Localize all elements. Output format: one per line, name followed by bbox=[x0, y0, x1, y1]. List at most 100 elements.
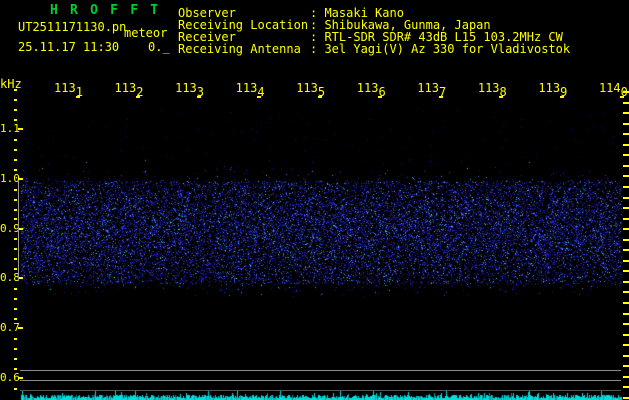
right-minor-tick bbox=[623, 344, 629, 346]
time-tick-label: 1136 bbox=[356, 81, 386, 99]
info-label: Receiving Location bbox=[178, 18, 309, 32]
right-minor-tick bbox=[623, 365, 629, 367]
freq-minor-tick bbox=[14, 169, 17, 171]
freq-minor-tick bbox=[14, 288, 17, 290]
freq-minor-tick bbox=[14, 209, 17, 211]
freq-minor-tick bbox=[14, 348, 17, 350]
right-minor-tick bbox=[623, 281, 629, 283]
time-tick-label: 1132 bbox=[114, 81, 144, 99]
freq-minor-tick bbox=[14, 199, 17, 201]
freq-minor-tick bbox=[14, 109, 17, 111]
right-minor-tick bbox=[623, 260, 629, 262]
right-minor-tick bbox=[623, 165, 629, 167]
signal-strip-upper-line bbox=[20, 370, 621, 371]
right-minor-tick bbox=[623, 175, 629, 177]
y-axis-unit-label: kHz bbox=[0, 77, 22, 91]
freq-minor-tick bbox=[14, 248, 17, 250]
freq-minor-tick bbox=[14, 119, 17, 121]
time-tick-mark bbox=[196, 96, 201, 98]
freq-minor-tick bbox=[14, 338, 17, 340]
freq-tick-label: 0.7 bbox=[0, 321, 20, 335]
right-minor-tick bbox=[623, 302, 629, 304]
station-info-row: Receiving Location: Shibukawa, Gunma, Ja… bbox=[178, 18, 570, 32]
time-tick-label: 1139 bbox=[538, 81, 567, 99]
info-value: : Masaki Kano bbox=[310, 6, 404, 20]
freq-minor-tick bbox=[14, 308, 17, 310]
right-minor-tick bbox=[623, 207, 629, 209]
info-value: : 3el Yagi(V) Az 330 for Vladivostok bbox=[310, 42, 571, 56]
right-minor-tick bbox=[623, 291, 629, 293]
freq-tick-label: 0.6 bbox=[0, 371, 20, 384]
time-tick-mark bbox=[317, 96, 322, 98]
right-minor-tick bbox=[623, 91, 629, 93]
freq-minor-tick bbox=[14, 89, 17, 91]
time-tick-label: 1138 bbox=[477, 81, 507, 99]
time-tick-head: 113 bbox=[235, 81, 258, 95]
time-tick-mark bbox=[257, 96, 262, 98]
hrofft-window: H R O F F T UT2511171130.pn meteor 25.11… bbox=[0, 0, 629, 400]
time-tick-head: 113 bbox=[477, 81, 500, 95]
time-tick-mark bbox=[438, 96, 443, 98]
freq-tick-label: 0.9 bbox=[0, 221, 20, 235]
freq-minor-tick bbox=[14, 258, 17, 260]
freq-major-tick bbox=[18, 177, 23, 180]
time-tick-head: 113 bbox=[538, 81, 561, 95]
info-value: : RTL-SDR SDR# 43dB L15 103.2MHz CW bbox=[310, 30, 563, 44]
freq-minor-tick bbox=[14, 99, 17, 101]
time-tick-head: 113 bbox=[296, 81, 318, 95]
observation-name-label: meteor bbox=[124, 26, 168, 40]
time-tick-head: 113 bbox=[417, 81, 439, 95]
app-title: H R O F F T bbox=[50, 3, 161, 18]
right-minor-tick bbox=[623, 112, 629, 114]
time-tick-head: 113 bbox=[54, 81, 76, 95]
freq-tick-label: 1.1 bbox=[0, 122, 20, 135]
time-tick-label: 1134 bbox=[235, 81, 265, 99]
right-minor-tick bbox=[623, 334, 629, 336]
freq-minor-tick bbox=[14, 139, 17, 141]
right-minor-tick bbox=[623, 249, 629, 251]
freq-minor-tick bbox=[14, 218, 17, 220]
time-tick-label: 1137 bbox=[417, 81, 446, 99]
info-label: Receiver bbox=[178, 30, 236, 44]
station-info-row: Observer : Masaki Kano bbox=[178, 6, 570, 20]
freq-minor-tick bbox=[14, 318, 17, 320]
right-minor-tick bbox=[623, 197, 629, 199]
freq-minor-tick bbox=[14, 388, 17, 390]
freq-minor-tick bbox=[14, 358, 17, 360]
time-tick-head: 113 bbox=[356, 81, 379, 95]
output-filename: UT2511171130.pn bbox=[18, 20, 127, 34]
time-tick-mark bbox=[136, 96, 141, 98]
noise-band-reference-line bbox=[18, 181, 19, 281]
spectrogram-noise-canvas bbox=[0, 0, 629, 400]
freq-minor-tick bbox=[14, 149, 17, 151]
station-info-block: Observer : Masaki Kano Receiving Location:… bbox=[178, 6, 571, 56]
right-minor-tick bbox=[623, 144, 629, 146]
info-value: : Shibukawa, Gunma, Japan bbox=[310, 18, 491, 32]
freq-minor-tick bbox=[14, 298, 17, 300]
right-minor-tick bbox=[623, 102, 629, 104]
time-tick-label: 1135 bbox=[296, 81, 325, 99]
signal-strip-mid-line bbox=[20, 380, 621, 381]
time-tick-mark bbox=[75, 96, 80, 98]
right-minor-tick bbox=[623, 228, 629, 230]
freq-major-tick bbox=[18, 327, 23, 330]
time-tick-mark bbox=[620, 96, 625, 98]
info-label: Receiving Antenna bbox=[178, 42, 301, 56]
station-info-row: Receiver : RTL-SDR SDR# 43dB L15 103.2MHz… bbox=[178, 30, 570, 44]
freq-minor-tick bbox=[14, 268, 17, 270]
info-label: Observer bbox=[178, 6, 236, 20]
time-tick-label: 1131 bbox=[54, 81, 83, 99]
right-minor-tick bbox=[623, 386, 629, 388]
time-tick-head: 114 bbox=[598, 81, 621, 95]
right-minor-tick bbox=[623, 154, 629, 156]
freq-tick-label: 0.8 bbox=[0, 271, 20, 285]
right-minor-tick bbox=[623, 397, 629, 399]
time-tick-head: 113 bbox=[114, 81, 137, 95]
freq-tick-label: 1.0 bbox=[0, 171, 20, 185]
station-info-row: Receiving Antenna : 3el Yagi(V) Az 330 fo… bbox=[178, 42, 571, 56]
right-minor-tick bbox=[623, 239, 629, 241]
signal-strip-lower-line bbox=[20, 390, 621, 391]
time-tick-head: 113 bbox=[175, 81, 197, 95]
right-minor-tick bbox=[623, 133, 629, 135]
right-minor-tick bbox=[623, 376, 629, 378]
